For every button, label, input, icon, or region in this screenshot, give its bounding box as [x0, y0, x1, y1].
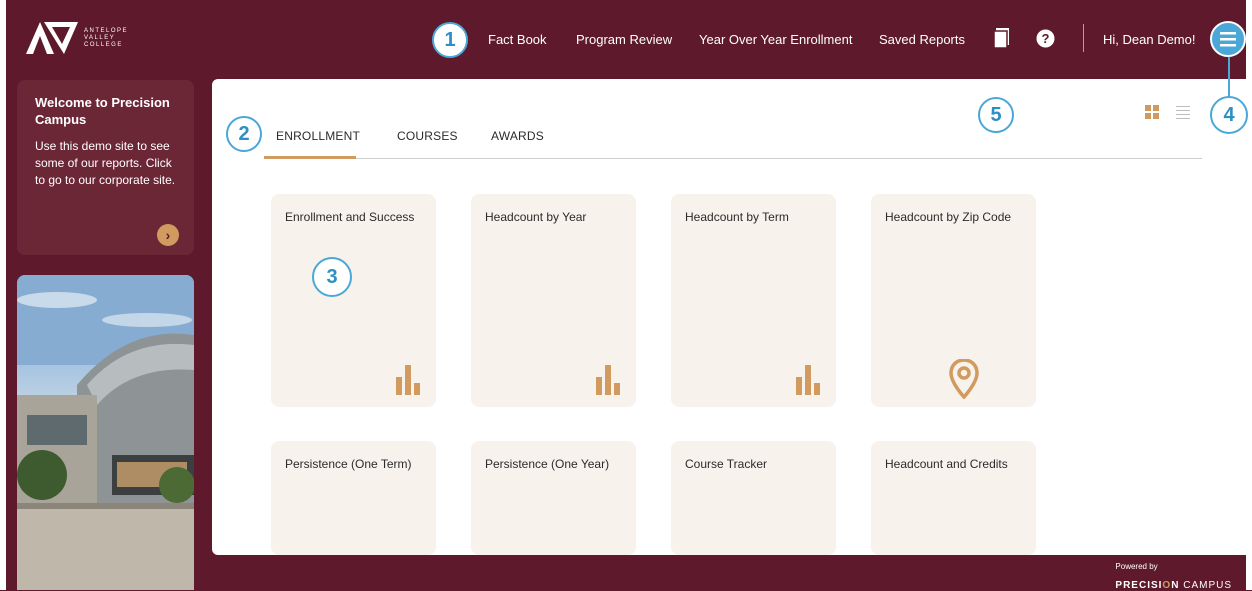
card-title: Enrollment and Success: [285, 210, 415, 224]
map-pin-icon: [949, 359, 979, 399]
main-content-panel: 2 5 ENROLLMENT COURSES AWARDS Enrollment…: [212, 79, 1252, 555]
hamburger-menu-icon[interactable]: [1210, 21, 1246, 57]
bar-chart-icon: [396, 365, 420, 395]
powered-by-footer[interactable]: Powered by PRECISION CAMPUS: [1115, 562, 1232, 591]
logo-line-3: COLLEGE: [84, 41, 123, 48]
nav-year-over-year-enrollment[interactable]: Year Over Year Enrollment: [699, 32, 852, 47]
list-view-icon[interactable]: [1176, 105, 1190, 119]
document-icon[interactable]: [994, 28, 1012, 48]
callout-2: 2: [226, 116, 262, 152]
logo-line-2: VALLEY: [84, 34, 116, 41]
grid-view-icon[interactable]: [1145, 105, 1159, 119]
bar-chart-icon: [796, 365, 820, 395]
card-title: Headcount by Year: [485, 210, 587, 224]
logo-mark-icon: [26, 22, 78, 54]
card-persistence-one-term[interactable]: Persistence (One Term): [271, 441, 436, 555]
campus-building-image: [17, 275, 194, 590]
help-icon[interactable]: ?: [1036, 29, 1055, 48]
card-headcount-and-credits[interactable]: Headcount and Credits: [871, 441, 1036, 555]
card-headcount-by-term[interactable]: Headcount by Term: [671, 194, 836, 407]
card-enrollment-and-success[interactable]: Enrollment and Success: [271, 194, 436, 407]
tab-divider: [264, 158, 1202, 159]
window-edge-left: [0, 0, 6, 590]
logo-text: ANTELOPE VALLEY COLLEGE: [84, 28, 128, 49]
college-logo[interactable]: ANTELOPE VALLEY COLLEGE: [26, 22, 128, 54]
tab-enrollment[interactable]: ENROLLMENT: [276, 129, 360, 143]
welcome-text: Use this demo site to see some of our re…: [35, 139, 176, 187]
svg-text:?: ?: [1042, 31, 1050, 46]
precision-campus-logo: PRECISION CAMPUS: [1115, 580, 1232, 591]
callout-1: 1: [432, 22, 468, 58]
card-title: Headcount and Credits: [885, 457, 1008, 471]
campus-photo: [17, 275, 194, 590]
brand-part-campus: CAMPUS: [1179, 580, 1232, 591]
nav-fact-book[interactable]: Fact Book: [488, 32, 547, 47]
callout-4: 4: [1210, 96, 1248, 134]
card-persistence-one-year[interactable]: Persistence (One Year): [471, 441, 636, 555]
card-title: Headcount by Term: [685, 210, 789, 224]
nav-divider: [1083, 24, 1084, 52]
callout-5: 5: [978, 97, 1014, 133]
card-title: Headcount by Zip Code: [885, 210, 1012, 224]
logo-line-1: ANTELOPE: [84, 27, 129, 34]
card-headcount-by-year[interactable]: Headcount by Year: [471, 194, 636, 407]
tab-courses[interactable]: COURSES: [397, 129, 458, 143]
welcome-arrow-button[interactable]: ›: [157, 224, 179, 246]
nav-saved-reports[interactable]: Saved Reports: [879, 32, 965, 47]
brand-part-o: O: [1162, 580, 1172, 591]
card-headcount-by-zip-code[interactable]: Headcount by Zip Code: [871, 194, 1036, 407]
brand-part-1: PRECISI: [1115, 580, 1163, 591]
active-tab-indicator: [264, 156, 356, 159]
callout-3: 3: [312, 257, 352, 297]
nav-program-review[interactable]: Program Review: [576, 32, 672, 47]
welcome-title: Welcome to Precision Campus: [35, 95, 170, 127]
card-title: Persistence (One Term): [285, 457, 412, 471]
user-greeting[interactable]: Hi, Dean Demo!: [1103, 32, 1195, 47]
card-title: Course Tracker: [685, 457, 768, 471]
tab-awards[interactable]: AWARDS: [491, 129, 544, 143]
card-title: Persistence (One Year): [485, 457, 610, 471]
callout-4-leader: [1228, 57, 1230, 97]
card-course-tracker[interactable]: Course Tracker: [671, 441, 836, 555]
bar-chart-icon: [596, 365, 620, 395]
powered-by-label: Powered by: [1115, 562, 1158, 571]
